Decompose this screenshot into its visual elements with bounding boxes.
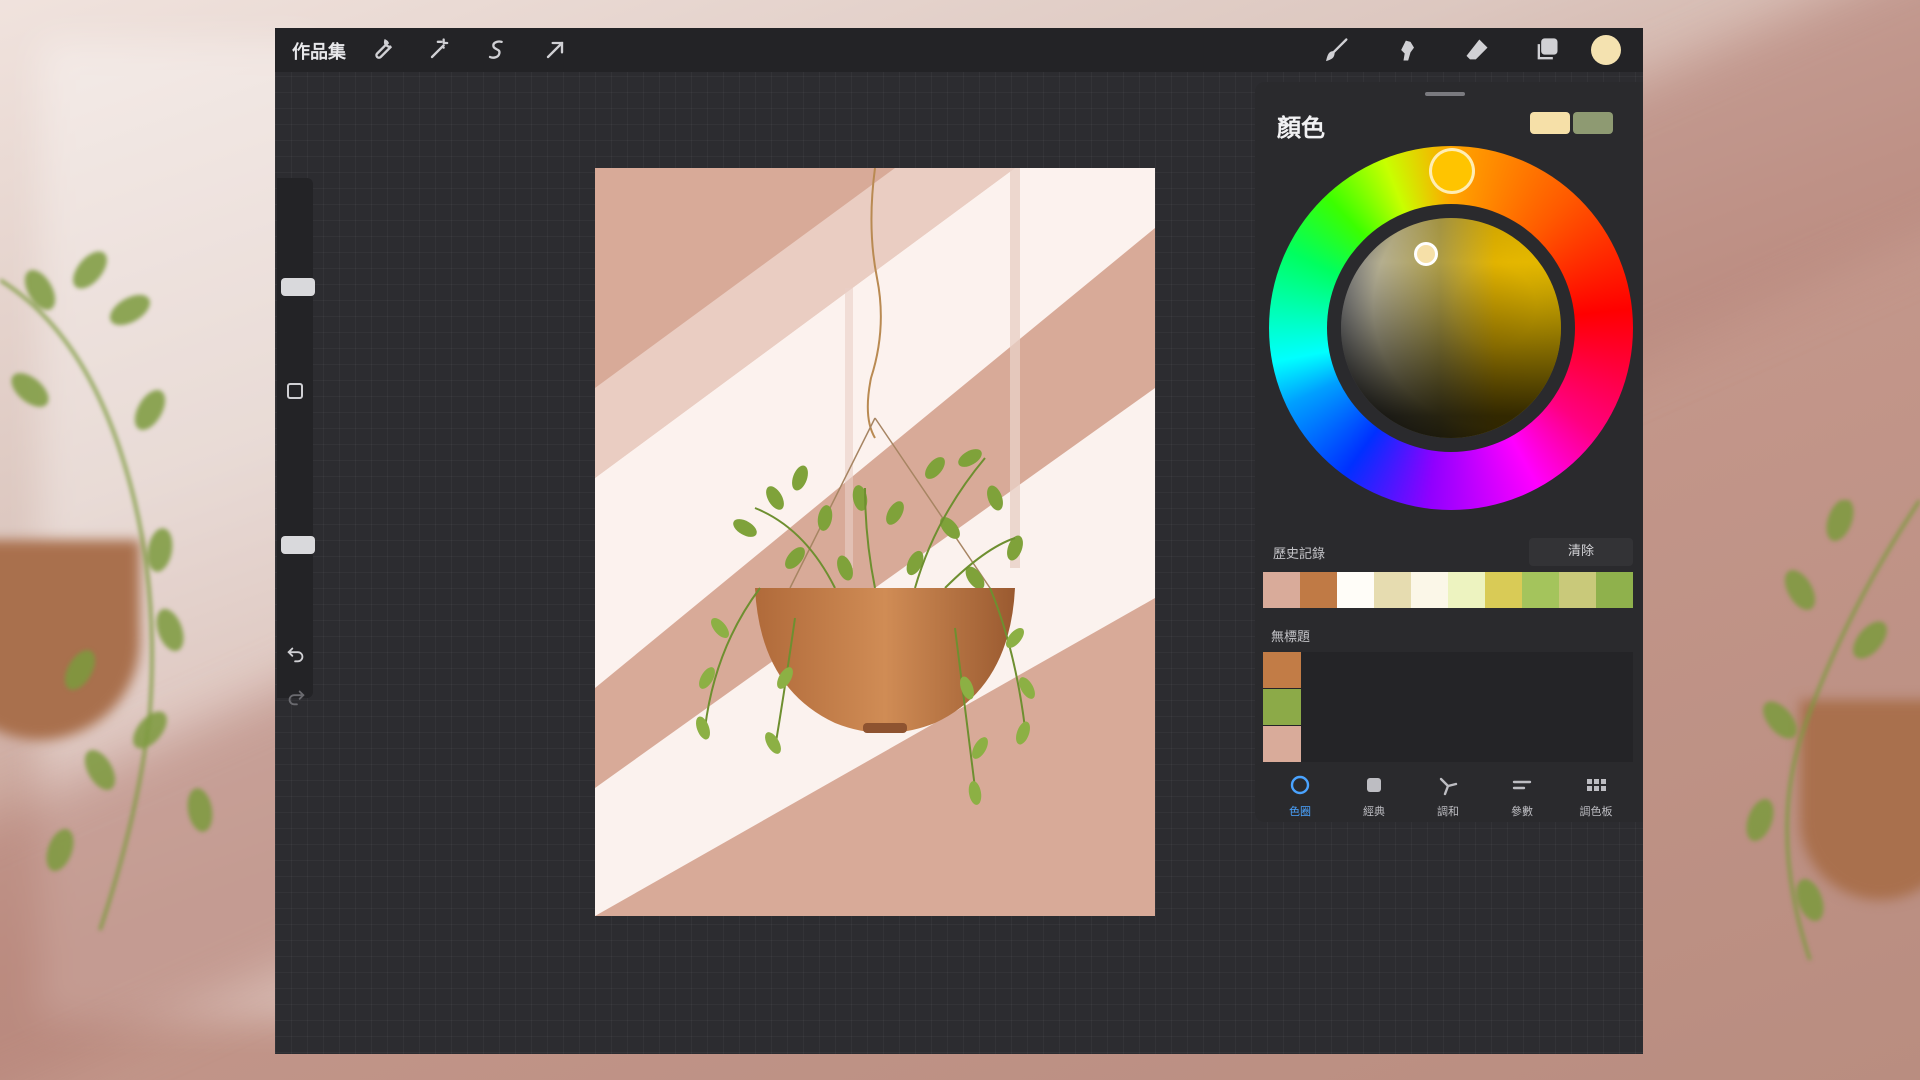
primary-color-swatch[interactable] (1530, 112, 1570, 134)
history-swatch[interactable] (1411, 572, 1448, 608)
saturation-knob[interactable] (1414, 242, 1438, 266)
modify-button[interactable] (287, 383, 303, 399)
top-toolbar: 作品集 (275, 28, 1643, 72)
magic-wand-icon[interactable] (425, 36, 453, 64)
history-swatch[interactable] (1374, 572, 1411, 608)
background-leaves-right (1746, 500, 1920, 960)
procreate-screen: 作品集 顏色 歷史記錄 清除 無標題 色圈 經典 調和 參數 調色板 (275, 28, 1643, 1054)
history-swatches (1263, 572, 1633, 608)
brush-size-slider[interactable] (281, 278, 315, 296)
left-sidebar (277, 178, 315, 706)
history-swatch[interactable] (1263, 572, 1300, 608)
panel-grabber[interactable] (1425, 92, 1465, 96)
history-swatch[interactable] (1485, 572, 1522, 608)
palette-name: 無標題 (1271, 630, 1311, 645)
hue-ring[interactable] (1269, 146, 1633, 510)
tab-harmony[interactable]: 調和 (1411, 770, 1485, 822)
history-swatch[interactable] (1300, 572, 1337, 608)
undo-icon[interactable] (285, 643, 307, 665)
history-swatch[interactable] (1522, 572, 1559, 608)
tab-color-disc[interactable]: 色圈 (1263, 770, 1337, 822)
current-color-button[interactable] (1591, 35, 1621, 65)
tab-label: 色圈 (1289, 805, 1311, 818)
history-label: 歷史記錄 (1273, 547, 1326, 562)
color-mode-tabs: 色圈 經典 調和 參數 調色板 (1263, 770, 1633, 822)
history-header: 歷史記錄 清除 (1263, 538, 1633, 566)
secondary-color-swatch[interactable] (1573, 112, 1613, 134)
hanging-plant-illustration (595, 168, 1155, 916)
clear-history-button[interactable]: 清除 (1529, 538, 1633, 566)
history-swatch[interactable] (1448, 572, 1485, 608)
tab-label: 調和 (1437, 805, 1459, 818)
palette-swatch[interactable] (1263, 652, 1301, 688)
opacity-slider[interactable] (281, 536, 315, 554)
tab-classic-square[interactable]: 經典 (1337, 770, 1411, 822)
layers-icon[interactable] (1533, 36, 1561, 64)
tab-label: 經典 (1363, 805, 1385, 818)
brush-icon[interactable] (1323, 36, 1351, 64)
redo-icon[interactable] (285, 686, 307, 708)
harmony-icon (1436, 773, 1460, 801)
hue-knob[interactable] (1429, 148, 1475, 194)
tab-label: 參數 (1511, 805, 1533, 818)
palette-swatch[interactable] (1263, 726, 1301, 762)
artwork-canvas[interactable] (595, 168, 1155, 916)
tab-value-sliders[interactable]: 參數 (1485, 770, 1559, 822)
color-panel: 顏色 歷史記錄 清除 無標題 色圈 經典 調和 參數 調色板 (1255, 82, 1643, 822)
panel-title: 顏色 (1277, 114, 1325, 142)
eraser-icon[interactable] (1463, 36, 1491, 64)
saturation-brightness-disc[interactable] (1341, 218, 1561, 438)
gallery-button[interactable]: 作品集 (292, 38, 346, 64)
palette-swatch[interactable] (1263, 689, 1301, 725)
tab-label: 調色板 (1579, 805, 1613, 818)
history-swatch[interactable] (1596, 572, 1633, 608)
palette-area (1263, 652, 1633, 762)
classic-square-icon (1362, 773, 1386, 801)
palettes-grid-icon (1584, 773, 1608, 801)
transform-arrow-icon[interactable] (541, 36, 569, 64)
background-leaves-left (0, 251, 213, 931)
history-swatch[interactable] (1337, 572, 1374, 608)
wrench-icon[interactable] (369, 36, 397, 64)
tab-palettes-grid[interactable]: 調色板 (1559, 770, 1633, 822)
selection-icon[interactable] (483, 36, 511, 64)
history-swatch[interactable] (1559, 572, 1596, 608)
disc-shade (1341, 218, 1561, 438)
value-sliders-icon (1510, 773, 1534, 801)
smudge-icon[interactable] (1393, 36, 1421, 64)
color-disc-icon (1288, 773, 1312, 801)
